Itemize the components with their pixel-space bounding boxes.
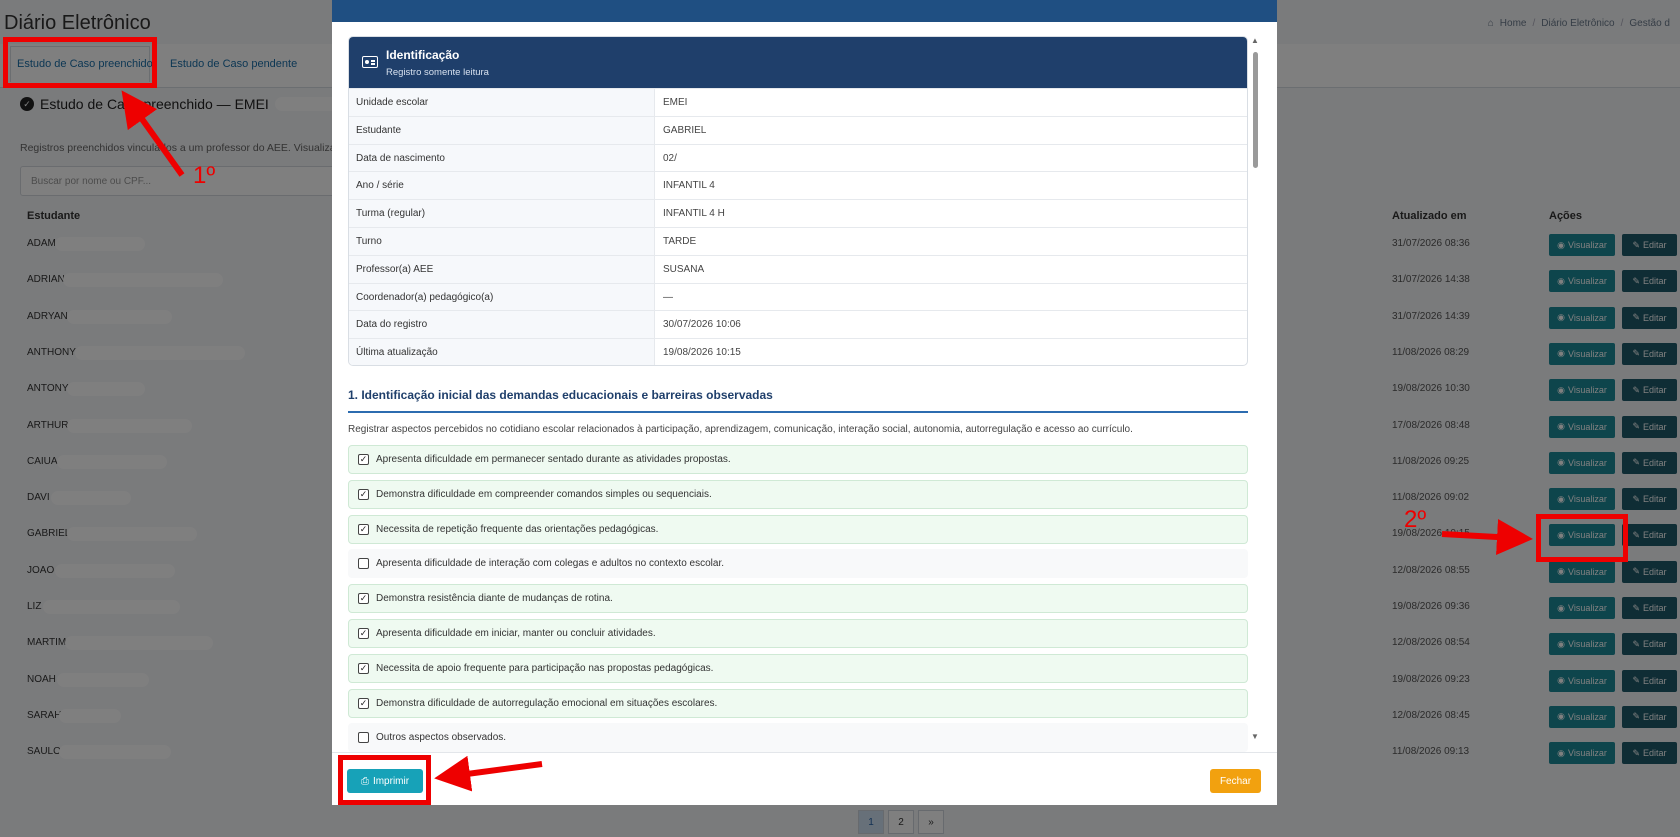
field-row: Data do registro 30/07/2026 10:06: [349, 310, 1247, 339]
card-header: Identificação Registro somente leitura: [349, 37, 1247, 88]
checkbox-checked-icon[interactable]: ✓: [358, 454, 369, 465]
field-label: Data de nascimento: [349, 144, 655, 172]
checkbox-empty-icon[interactable]: [358, 558, 369, 570]
checklist-item[interactable]: ✓ Demonstra dificuldade de autorregulação…: [348, 688, 1248, 718]
checklist-item-text: Outros aspectos observados.: [376, 732, 507, 744]
checklist-item[interactable]: Outros aspectos observados.: [348, 723, 1248, 752]
checklist-item[interactable]: ✓ Apresenta dificuldade em permanecer sen…: [348, 445, 1248, 474]
field-value: INFANTIL 4: [663, 180, 715, 192]
modal-header: [332, 0, 1277, 22]
checklist-item[interactable]: ✓ Necessita de apoio frequente para parti…: [348, 653, 1248, 683]
field-label: Estudante: [349, 116, 655, 144]
section1-divider: [348, 411, 1248, 413]
id-card-icon: [362, 56, 378, 68]
section1-description: Registrar aspectos percebidos no cotidia…: [348, 424, 1133, 435]
identification-card: Identificação Registro somente leitura U…: [348, 36, 1248, 366]
checklist-item[interactable]: Apresenta dificuldade de interação com c…: [348, 549, 1248, 579]
modal-scrollbar-thumb[interactable]: [1253, 52, 1258, 168]
highlight-print-button: [338, 755, 431, 805]
checklist-item-text: Apresenta dificuldade em permanecer sent…: [376, 454, 731, 465]
card-title: Identificação: [386, 48, 460, 62]
checkbox-checked-icon[interactable]: ✓: [358, 662, 369, 674]
field-value: —: [663, 291, 673, 303]
modal-body: Identificação Registro somente leitura U…: [332, 22, 1277, 752]
highlight-tab: [3, 37, 157, 88]
checkbox-empty-icon[interactable]: [358, 732, 369, 744]
field-value: 30/07/2026 10:06: [663, 319, 741, 331]
scroll-up-arrow-icon[interactable]: ▲: [1251, 36, 1259, 45]
field-value: 19/08/2026 10:15: [663, 347, 741, 359]
checklist-item-text: Necessita de repetição frequente das ori…: [376, 523, 659, 535]
field-label: Unidade escolar: [349, 89, 655, 116]
field-label: Turma (regular): [349, 200, 655, 228]
field-value: GABRIEL: [663, 124, 707, 136]
checklist-item[interactable]: ✓ Demonstra resistência diante de mudança…: [348, 584, 1248, 614]
field-row: Unidade escolar EMEI: [349, 88, 1247, 116]
field-value: TARDE: [663, 236, 697, 247]
card-subtitle: Registro somente leitura: [386, 67, 489, 78]
checklist-item-text: Necessita de apoio frequente para partic…: [376, 662, 714, 674]
scroll-down-arrow-icon[interactable]: ▼: [1251, 732, 1259, 741]
checklist-item-text: Apresenta dificuldade em iniciar, manter…: [376, 628, 656, 639]
modal-footer: ⎙ Imprimir Fechar: [332, 752, 1277, 805]
field-label: Turno: [349, 228, 655, 255]
field-label: Ano / série: [349, 172, 655, 200]
case-study-modal: Identificação Registro somente leitura U…: [332, 0, 1277, 805]
checklist-item-text: Demonstra dificuldade em compreender com…: [376, 488, 712, 500]
checklist-item[interactable]: ✓ Necessita de repetição frequente das or…: [348, 514, 1248, 544]
step-1-label: 1º: [193, 162, 216, 189]
field-row: Data de nascimento 02/: [349, 143, 1247, 172]
field-label: Última atualização: [349, 339, 655, 365]
field-value: 02/: [663, 152, 677, 164]
field-row: Professor(a) AEE SUSANA: [349, 254, 1247, 283]
section1-title: 1. Identificação inicial das demandas ed…: [348, 388, 773, 402]
checkbox-checked-icon[interactable]: ✓: [358, 523, 369, 535]
field-label: Professor(a) AEE: [349, 255, 655, 283]
checklist-item[interactable]: ✓ Demonstra dificuldade em compreender co…: [348, 479, 1248, 509]
checklist-item[interactable]: ✓ Apresenta dificuldade em iniciar, mante…: [348, 619, 1248, 648]
close-button[interactable]: Fechar: [1210, 769, 1261, 793]
field-row: Ano / série INFANTIL 4: [349, 171, 1247, 200]
field-row: Turma (regular) INFANTIL 4 H: [349, 199, 1247, 228]
field-label: Coordenador(a) pedagógico(a): [349, 283, 655, 311]
checkbox-checked-icon[interactable]: ✓: [358, 488, 369, 500]
checklist-item-text: Apresenta dificuldade de interação com c…: [376, 558, 724, 570]
field-row: Coordenador(a) pedagógico(a) —: [349, 282, 1247, 311]
checklist-item-text: Demonstra dificuldade de autorregulação …: [376, 697, 718, 709]
field-label: Data do registro: [349, 311, 655, 339]
checkbox-checked-icon[interactable]: ✓: [358, 697, 369, 709]
field-value: EMEI: [663, 97, 688, 108]
checkbox-checked-icon[interactable]: ✓: [358, 593, 369, 605]
field-row: Última atualização 19/08/2026 10:15: [349, 338, 1247, 365]
checkbox-checked-icon[interactable]: ✓: [358, 628, 369, 639]
field-value: SUSANA: [663, 263, 705, 275]
step-2-label: 2º: [1404, 506, 1427, 533]
highlight-view-button: [1536, 514, 1628, 562]
field-row: Turno TARDE: [349, 227, 1247, 255]
field-value: INFANTIL 4 H: [663, 208, 725, 220]
checklist-item-text: Demonstra resistência diante de mudanças…: [376, 593, 613, 605]
field-row: Estudante GABRIEL: [349, 115, 1247, 144]
